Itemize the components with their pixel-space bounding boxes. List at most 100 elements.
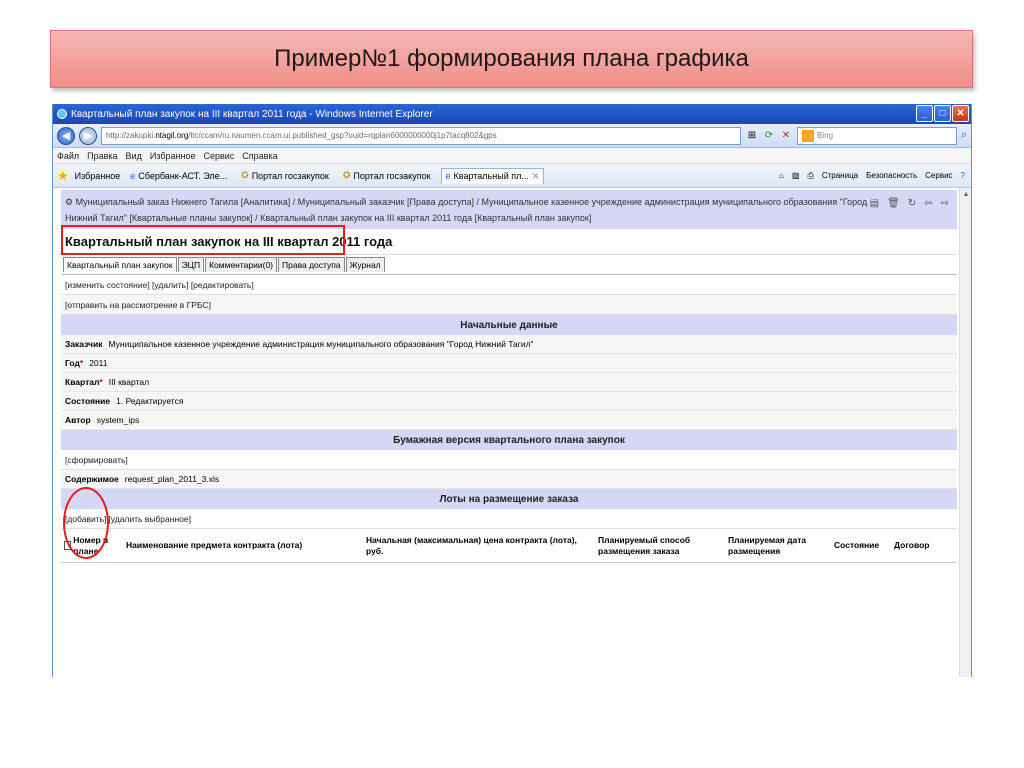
refresh-icon[interactable]: ⟳ <box>762 129 776 143</box>
close-button[interactable]: ✕ <box>952 105 969 122</box>
send-row[interactable]: [отправить на рассмотрение в ГРБС] <box>61 295 957 315</box>
search-placeholder: Bing <box>817 131 834 140</box>
ie-icon: e <box>445 171 451 181</box>
forward-arrow-icon[interactable]: ⇨ <box>941 196 949 212</box>
value: 1. Редактируется <box>116 396 184 406</box>
delete-selected-link[interactable]: [удалить выбранное] <box>108 514 191 524</box>
generate-row[interactable]: [сформировать] <box>61 450 957 470</box>
menu-security[interactable]: Безопасность <box>866 171 917 181</box>
group-icon: ⚙ <box>65 197 76 207</box>
tab-plan[interactable]: Квартальный план закупок <box>63 257 177 272</box>
tab-access[interactable]: Права доступа <box>278 257 345 272</box>
menu-help[interactable]: Справка <box>242 151 277 161</box>
back-button[interactable]: ◀ <box>57 126 75 145</box>
actions-row[interactable]: [изменить состояние] [удалить] [редактир… <box>61 275 957 295</box>
col-date: Планируемая дата размещения <box>728 534 807 556</box>
section-initial: Начальные данные <box>61 315 957 335</box>
lots-actions: [добавить] [удалить выбранное] <box>61 487 957 559</box>
tab-label: Сбербанк-АСТ. Эле... <box>138 170 228 181</box>
tab-label: Портал госзакупок <box>353 170 431 181</box>
send-link[interactable]: [отправить на рассмотрение в ГРБС] <box>65 300 211 310</box>
address-field[interactable]: http://zakupki. ntagil.org/ltc/ccam/ru.na… <box>101 126 741 145</box>
stop-icon[interactable]: ✕ <box>779 129 793 143</box>
menu-bar: Файл Правка Вид Избранное Сервис Справка <box>53 148 971 164</box>
compat-icon[interactable]: ⊞ <box>745 129 759 143</box>
tab-portal-2[interactable]: ✪ Портал госзакупок <box>339 168 435 183</box>
tab-label: Квартальный пл... <box>453 171 529 181</box>
ie-icon <box>57 109 67 119</box>
lots-table-header: Номер в плане Наименование предмета конт… <box>61 529 957 563</box>
vertical-scrollbar[interactable]: ▲ <box>959 188 971 677</box>
feeds-icon[interactable]: ▧ <box>792 171 800 181</box>
tab-ecp[interactable]: ЭЦП <box>177 257 205 272</box>
page-title-area: Квартальный план закупок на III квартал … <box>61 225 957 255</box>
breadcrumb: ⚙ Муниципальный заказ Нижнего Тагила [Ан… <box>61 190 957 229</box>
back-arrow-icon[interactable]: ⇦ <box>924 196 932 212</box>
menu-edit[interactable]: Правка <box>87 151 117 161</box>
select-all-checkbox[interactable] <box>64 541 72 550</box>
favorites-label[interactable]: Избранное <box>75 171 121 181</box>
col-name: Наименование предмета контракта (лота) <box>126 540 303 550</box>
breadcrumb-text[interactable]: Муниципальный заказ Нижнего Тагила [Анал… <box>65 197 867 223</box>
label: Содержимое <box>65 474 119 484</box>
help-icon[interactable]: ? <box>961 171 965 181</box>
scroll-up-icon[interactable]: ▲ <box>960 188 971 200</box>
label: Заказчик <box>65 339 103 349</box>
browser-window: Квартальный план закупок на III квартал … <box>52 104 972 677</box>
menu-page[interactable]: Страница <box>822 171 858 181</box>
home-icon[interactable]: ⌂ <box>779 171 784 181</box>
window-title: Квартальный план закупок на III квартал … <box>71 108 433 120</box>
label: Автор <box>65 415 91 425</box>
page-content: ⚙ Муниципальный заказ Нижнего Тагила [Ан… <box>53 188 971 677</box>
print-icon[interactable]: ⎙ <box>807 171 813 181</box>
forward-button[interactable]: ▶ <box>79 126 97 145</box>
tab-comments[interactable]: Комментарии(0) <box>205 257 278 272</box>
tab-sberbank[interactable]: e Сбербанк-АСТ. Эле... <box>126 169 231 183</box>
document-icon[interactable]: ▤ <box>870 196 879 212</box>
tab-quarterly-plan[interactable]: e Квартальный пл... ✕ <box>440 167 545 184</box>
generate-link[interactable]: [сформировать] <box>65 455 128 465</box>
menu-view[interactable]: Вид <box>126 151 142 161</box>
tab-portal-1[interactable]: ✪ Портал госзакупок <box>237 168 333 183</box>
content-tabs: Квартальный план закупок ЭЦП Комментарии… <box>61 255 957 275</box>
url-path: /ltc/ccam/ru.naumen.ccam.ui.published_gs… <box>188 131 497 140</box>
add-link[interactable]: [добавить] <box>65 514 106 524</box>
slide-title: Пример№1 формирования плана графика <box>50 30 973 88</box>
minimize-button[interactable]: _ <box>916 105 933 122</box>
emblem-icon: ✪ <box>342 170 351 180</box>
tab-journal[interactable]: Журнал <box>345 257 385 272</box>
value: 2011 <box>89 358 108 368</box>
emblem-icon: ✪ <box>241 170 249 180</box>
label: Состояние <box>65 396 111 406</box>
section-lots: Лоты на размещение заказа <box>61 489 957 509</box>
favorites-bar: ★ Избранное e Сбербанк-АСТ. Эле... ✪ Порта… <box>53 164 971 188</box>
menu-tools[interactable]: Сервис <box>203 151 234 161</box>
maximize-button[interactable]: □ <box>934 105 951 122</box>
actions-text[interactable]: [изменить состояние] [удалить] [редактир… <box>65 280 254 290</box>
search-icon[interactable]: ⌕ <box>961 129 967 142</box>
field-year: Год* 2011 <box>61 354 957 373</box>
value: system_ips <box>96 415 140 425</box>
col-state: Состояние <box>834 540 880 550</box>
required-mark: * <box>99 377 103 387</box>
value: III квартал <box>108 377 150 387</box>
bing-icon <box>802 129 814 142</box>
search-input[interactable]: Bing <box>797 126 957 145</box>
label: Квартал* <box>65 377 103 387</box>
menu-file[interactable]: Файл <box>57 151 79 161</box>
field-customer: Заказчик Муниципальное казенное учреждени… <box>61 335 957 354</box>
close-tab-icon[interactable]: ✕ <box>532 171 540 182</box>
menu-service[interactable]: Сервис <box>925 171 952 181</box>
window-titlebar: Квартальный план закупок на III квартал … <box>53 104 971 124</box>
field-author: Автор system_ips <box>61 411 957 430</box>
label-text: Год <box>65 358 80 368</box>
field-quarter: Квартал* III квартал <box>61 373 957 392</box>
value: Муниципальное казенное учреждение админи… <box>108 339 534 349</box>
menu-favorites[interactable]: Избранное <box>150 151 196 161</box>
trash-icon[interactable]: 🗑 <box>887 196 900 212</box>
star-icon[interactable]: ★ <box>57 168 69 184</box>
field-content: Содержимое request_plan_2011_3.xls <box>61 470 957 489</box>
refresh-icon[interactable]: ↻ <box>908 196 916 212</box>
file-link[interactable]: request_plan_2011_3.xls <box>125 474 219 484</box>
label-text: Квартал <box>65 377 100 387</box>
